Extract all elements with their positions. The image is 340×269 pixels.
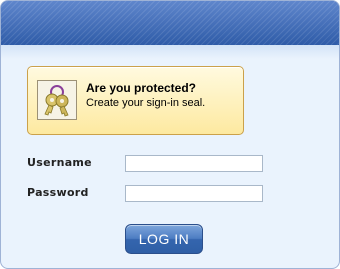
username-label: Username — [27, 156, 92, 169]
keys-icon — [37, 80, 77, 120]
seal-title: Are you protected? — [86, 81, 197, 95]
login-panel: Are you protected? Create your sign-in s… — [0, 0, 340, 269]
login-button[interactable]: LOG IN — [125, 224, 203, 254]
password-field[interactable] — [125, 185, 263, 202]
seal-subtitle[interactable]: Create your sign-in seal. — [86, 97, 205, 109]
sign-in-seal-banner[interactable]: Are you protected? Create your sign-in s… — [27, 66, 244, 135]
panel-header — [1, 1, 339, 45]
password-label: Password — [27, 186, 89, 199]
username-field[interactable] — [125, 155, 263, 172]
header-shade — [1, 45, 339, 59]
